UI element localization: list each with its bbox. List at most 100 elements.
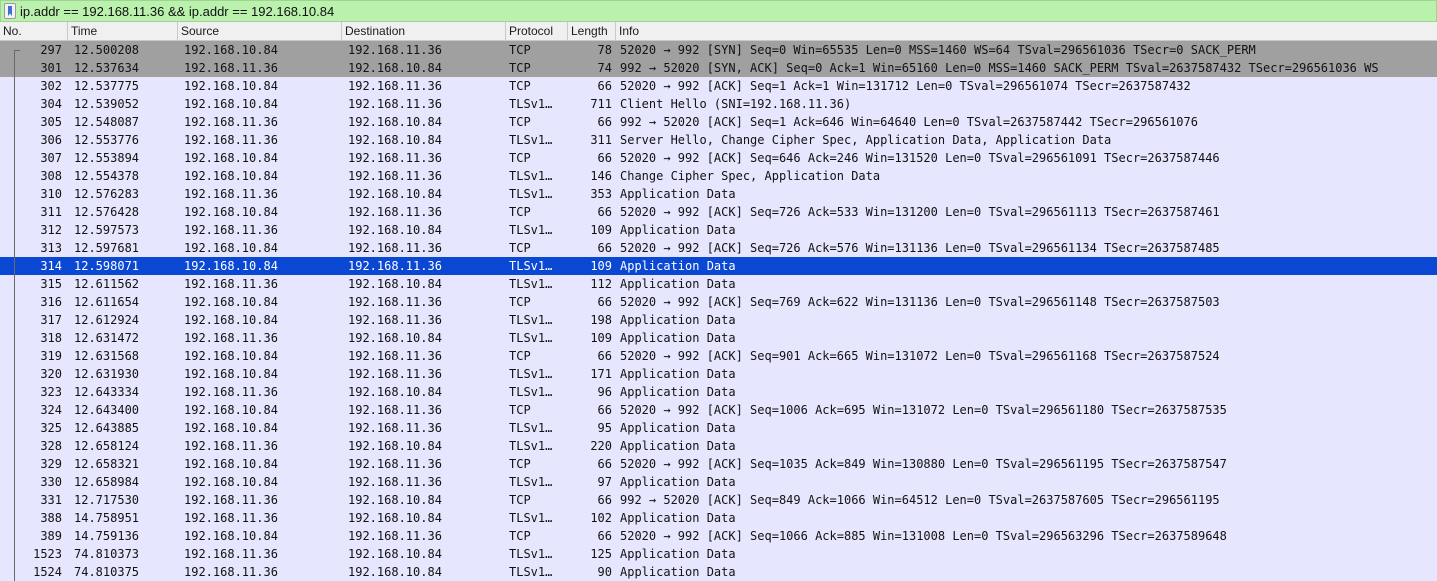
packet-number: 1524 xyxy=(33,565,62,579)
packet-number: 1523 xyxy=(33,547,62,561)
packet-time: 12.631930 xyxy=(74,367,140,381)
column-header-info[interactable]: Info xyxy=(616,22,1437,40)
packet-row[interactable]: 318 12.631472 192.168.11.36 192.168.10.84 TL… xyxy=(0,329,1437,347)
packet-protocol: TLSv1… xyxy=(509,421,553,435)
packet-row[interactable]: 311 12.576428 192.168.10.84 192.168.11.36 TC… xyxy=(0,203,1437,221)
packet-destination: 192.168.10.84 xyxy=(348,133,442,147)
packet-protocol: TCP xyxy=(509,61,531,75)
packet-source: 192.168.11.36 xyxy=(184,439,278,453)
packet-row[interactable]: 308 12.554378 192.168.10.84 192.168.11.36 TL… xyxy=(0,167,1437,185)
packet-protocol: TLSv1… xyxy=(509,331,553,345)
conversation-line xyxy=(14,203,15,221)
packet-length: 66 xyxy=(597,79,612,93)
packet-source: 192.168.11.36 xyxy=(184,277,278,291)
packet-row[interactable]: 316 12.611654 192.168.10.84 192.168.11.36 TC… xyxy=(0,293,1437,311)
packet-row[interactable]: 323 12.643334 192.168.11.36 192.168.10.84 TL… xyxy=(0,383,1437,401)
display-filter-bar[interactable]: ip.addr == 192.168.11.36 && ip.addr == 1… xyxy=(0,0,1437,22)
packet-row[interactable]: 328 12.658124 192.168.11.36 192.168.10.84 TL… xyxy=(0,437,1437,455)
packet-info: Application Data xyxy=(620,277,736,291)
packet-source: 192.168.10.84 xyxy=(184,43,278,57)
packet-length: 66 xyxy=(597,115,612,129)
packet-source: 192.168.11.36 xyxy=(184,223,278,237)
bookmark-icon[interactable] xyxy=(4,3,16,19)
conversation-line xyxy=(14,455,15,473)
packet-number: 306 xyxy=(40,133,62,147)
packet-info: Change Cipher Spec, Application Data xyxy=(620,169,881,183)
column-header-no[interactable]: No. xyxy=(0,22,68,40)
packet-row[interactable]: 319 12.631568 192.168.10.84 192.168.11.36 TC… xyxy=(0,347,1437,365)
conversation-line xyxy=(14,275,15,293)
packet-row[interactable]: 324 12.643400 192.168.10.84 192.168.11.36 TC… xyxy=(0,401,1437,419)
conversation-line xyxy=(14,167,15,185)
column-header-protocol[interactable]: Protocol xyxy=(506,22,568,40)
packet-source: 192.168.11.36 xyxy=(184,511,278,525)
packet-info: 52020 → 992 [ACK] Seq=1066 Ack=885 Win=1… xyxy=(620,529,1227,543)
packet-row[interactable]: 331 12.717530 192.168.11.36 192.168.10.84 TC… xyxy=(0,491,1437,509)
packet-row[interactable]: 305 12.548087 192.168.11.36 192.168.10.84 TC… xyxy=(0,113,1437,131)
conversation-line xyxy=(14,239,15,257)
packet-length: 97 xyxy=(597,475,612,489)
packet-row[interactable]: 314 12.598071 192.168.10.84 192.168.11.36 TL… xyxy=(0,257,1437,275)
packet-number: 318 xyxy=(40,331,62,345)
packet-row[interactable]: 302 12.537775 192.168.10.84 192.168.11.36 TC… xyxy=(0,77,1437,95)
packet-source: 192.168.11.36 xyxy=(184,547,278,561)
packet-row[interactable]: 315 12.611562 192.168.11.36 192.168.10.84 TL… xyxy=(0,275,1437,293)
packet-row[interactable]: 389 14.759136 192.168.10.84 192.168.11.36 TC… xyxy=(0,527,1437,545)
packet-length: 90 xyxy=(597,565,612,579)
packet-time: 12.548087 xyxy=(74,115,140,129)
packet-row[interactable]: 1524 74.810375 192.168.11.36 192.168.10.84 T… xyxy=(0,563,1437,581)
packet-destination: 192.168.10.84 xyxy=(348,565,442,579)
conversation-line xyxy=(14,437,15,455)
packet-length: 109 xyxy=(590,259,612,273)
packet-source: 192.168.10.84 xyxy=(184,403,278,417)
column-header-source[interactable]: Source xyxy=(178,22,342,40)
conversation-line xyxy=(14,50,15,59)
column-header-length[interactable]: Length xyxy=(568,22,616,40)
packet-destination: 192.168.11.36 xyxy=(348,475,442,489)
conversation-line xyxy=(14,149,15,167)
packet-number: 319 xyxy=(40,349,62,363)
packet-row[interactable]: 317 12.612924 192.168.10.84 192.168.11.36 TL… xyxy=(0,311,1437,329)
conversation-line xyxy=(14,419,15,437)
packet-number: 301 xyxy=(40,61,62,75)
packet-length: 66 xyxy=(597,403,612,417)
conversation-line xyxy=(14,131,15,149)
packet-row[interactable]: 306 12.553776 192.168.11.36 192.168.10.84 TL… xyxy=(0,131,1437,149)
packet-length: 311 xyxy=(590,133,612,147)
packet-row[interactable]: 1523 74.810373 192.168.11.36 192.168.10.84 T… xyxy=(0,545,1437,563)
packet-protocol: TLSv1… xyxy=(509,385,553,399)
packet-info: Application Data xyxy=(620,565,736,579)
packet-info: 992 → 52020 [ACK] Seq=1 Ack=646 Win=6464… xyxy=(620,115,1198,129)
packet-row[interactable]: 307 12.553894 192.168.10.84 192.168.11.36 TC… xyxy=(0,149,1437,167)
packet-length: 66 xyxy=(597,205,612,219)
packet-length: 109 xyxy=(590,223,612,237)
packet-info: 52020 → 992 [ACK] Seq=1035 Ack=849 Win=1… xyxy=(620,457,1227,471)
packet-row[interactable]: 312 12.597573 192.168.11.36 192.168.10.84 TL… xyxy=(0,221,1437,239)
packet-number: 311 xyxy=(40,205,62,219)
column-header-time[interactable]: Time xyxy=(68,22,178,40)
packet-destination: 192.168.11.36 xyxy=(348,529,442,543)
packet-time: 12.631472 xyxy=(74,331,140,345)
packet-info: 52020 → 992 [SYN] Seq=0 Win=65535 Len=0 … xyxy=(620,43,1256,57)
column-header-destination[interactable]: Destination xyxy=(342,22,506,40)
conversation-line xyxy=(14,329,15,347)
packet-row[interactable]: 330 12.658984 192.168.10.84 192.168.11.36 TL… xyxy=(0,473,1437,491)
packet-row[interactable]: 301 12.537634 192.168.11.36 192.168.10.84 TC… xyxy=(0,59,1437,77)
packet-destination: 192.168.11.36 xyxy=(348,205,442,219)
packet-number: 388 xyxy=(40,511,62,525)
packet-row[interactable]: 304 12.539052 192.168.10.84 192.168.11.36 TL… xyxy=(0,95,1437,113)
packet-number: 308 xyxy=(40,169,62,183)
packet-row[interactable]: 388 14.758951 192.168.11.36 192.168.10.84 TL… xyxy=(0,509,1437,527)
packet-row[interactable]: 310 12.576283 192.168.11.36 192.168.10.84 TL… xyxy=(0,185,1437,203)
packet-row[interactable]: 320 12.631930 192.168.10.84 192.168.11.36 TL… xyxy=(0,365,1437,383)
packet-time: 12.643885 xyxy=(74,421,140,435)
packet-destination: 192.168.10.84 xyxy=(348,511,442,525)
packet-row[interactable]: 297 12.500208 192.168.10.84 192.168.11.36 TC… xyxy=(0,41,1437,59)
packet-row[interactable]: 325 12.643885 192.168.10.84 192.168.11.36 TL… xyxy=(0,419,1437,437)
packet-row[interactable]: 329 12.658321 192.168.10.84 192.168.11.36 TC… xyxy=(0,455,1437,473)
packet-row[interactable]: 313 12.597681 192.168.10.84 192.168.11.36 TC… xyxy=(0,239,1437,257)
packet-source: 192.168.10.84 xyxy=(184,259,278,273)
packet-time: 12.658124 xyxy=(74,439,140,453)
display-filter-input[interactable]: ip.addr == 192.168.11.36 && ip.addr == 1… xyxy=(20,4,334,19)
conversation-line xyxy=(14,527,15,545)
